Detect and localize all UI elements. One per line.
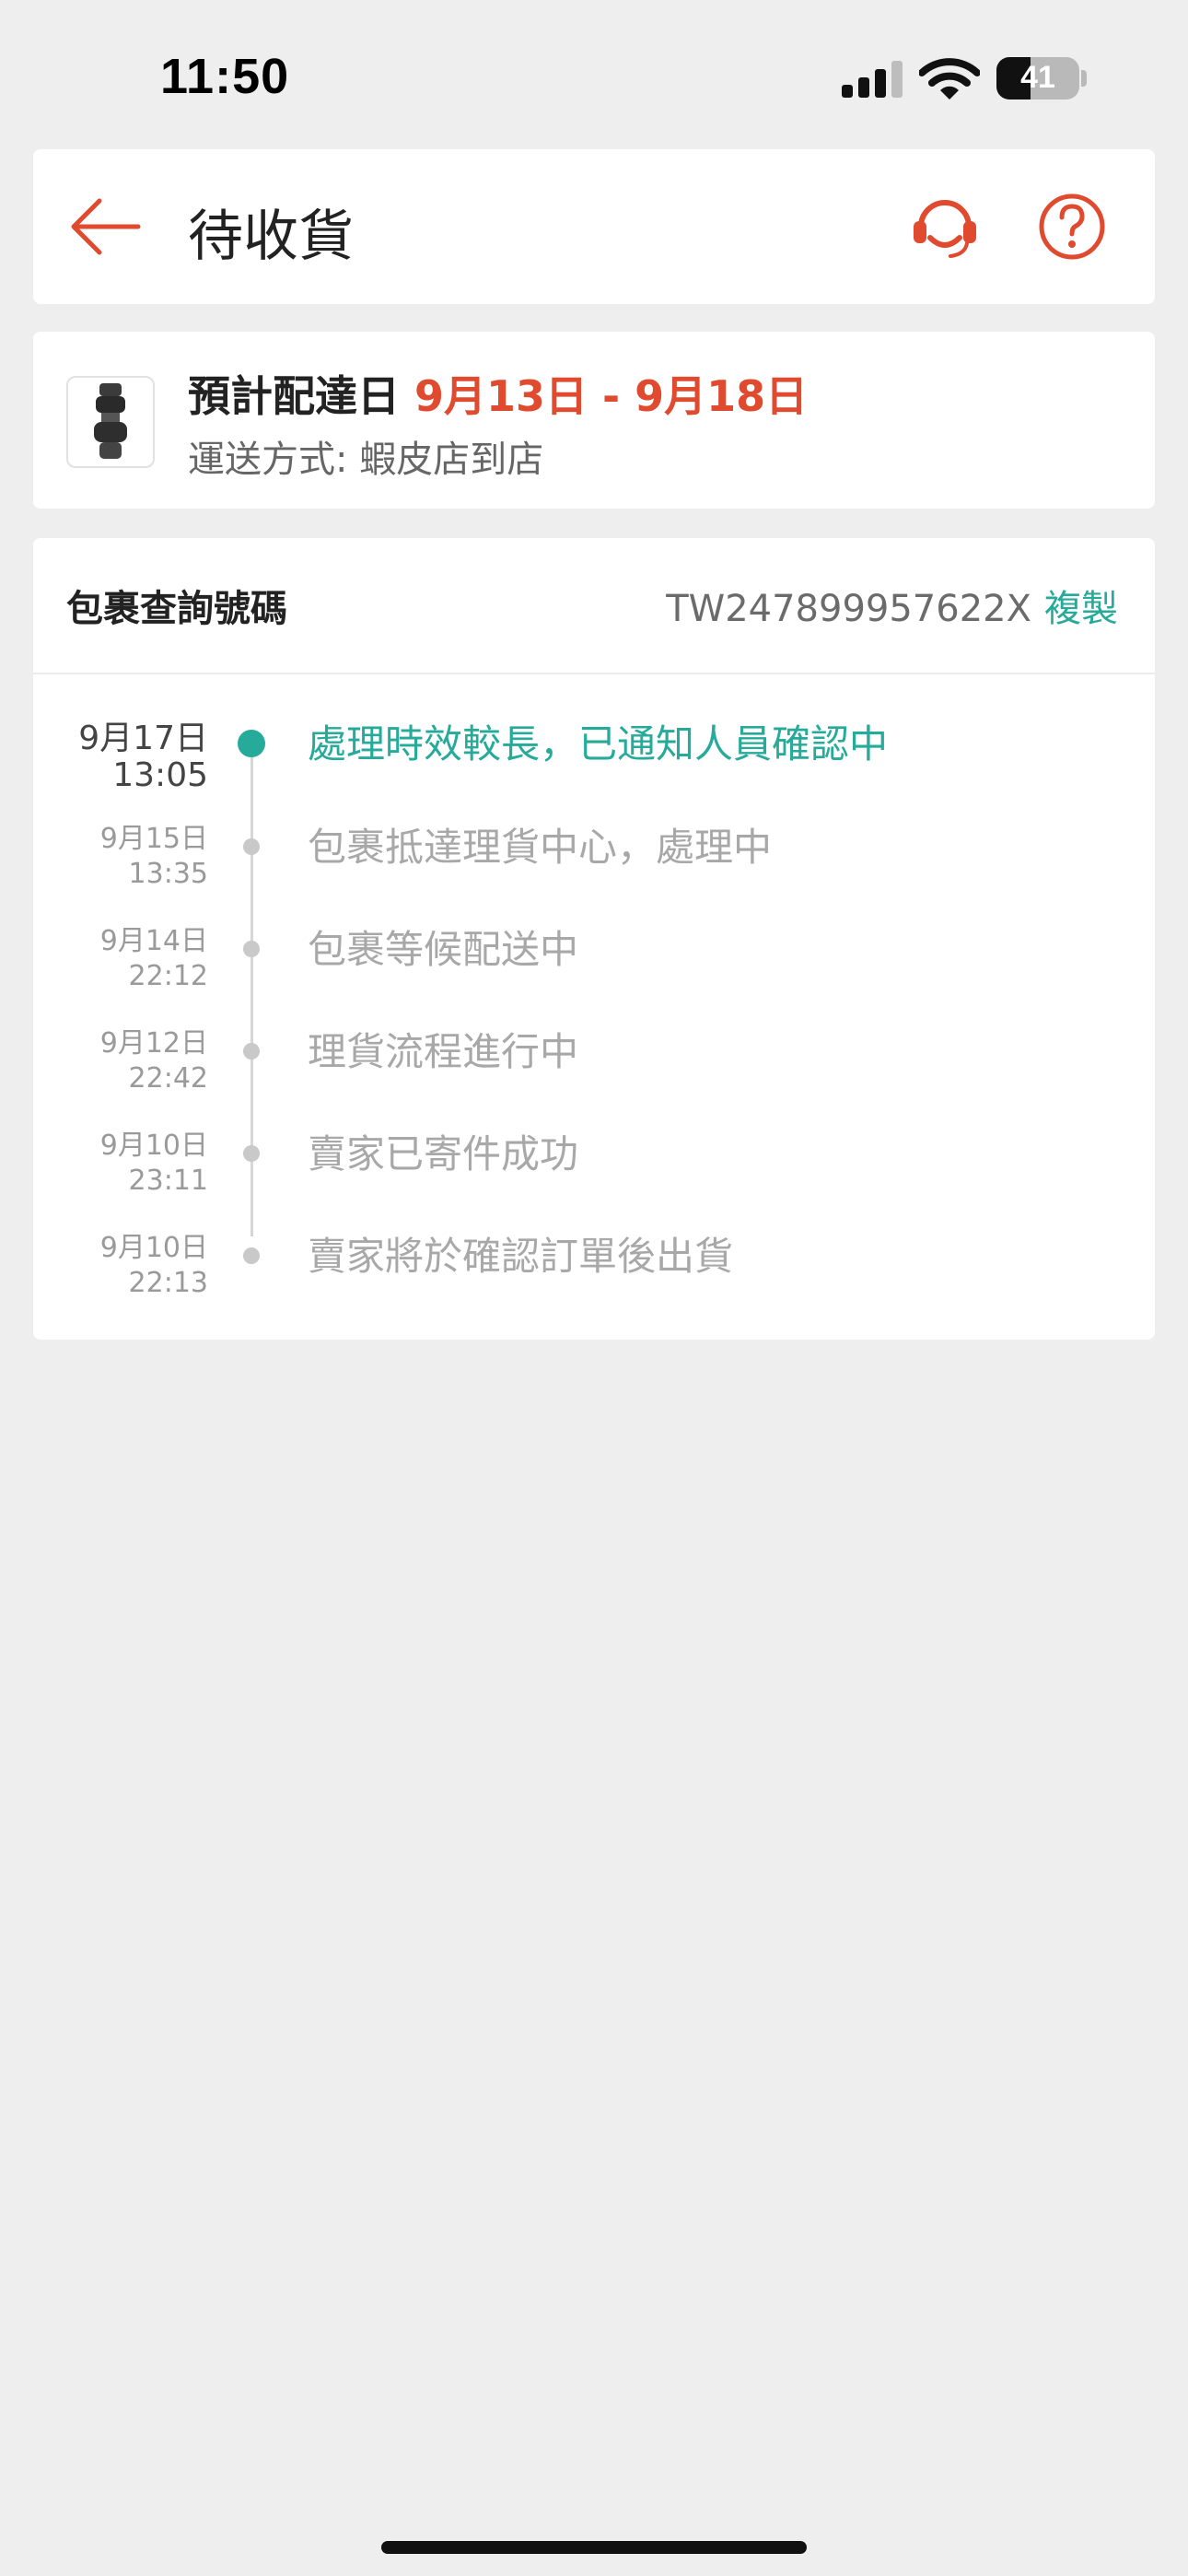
wifi-icon [919, 58, 980, 100]
shipping-method: 運送方式: 蝦皮店到店 [188, 439, 544, 481]
status-bar: 11:50 41 [0, 0, 1188, 147]
event-dot [243, 1043, 260, 1060]
eta-label: 預計配達日 [188, 371, 400, 421]
event-text: 賣家將於確認訂單後出貨 [308, 1234, 734, 1279]
timeline-event: 9月15日 13:35 包裹抵達理貨中心，處理中 [33, 822, 1155, 925]
home-indicator[interactable] [381, 2541, 807, 2554]
header-bar: 待收貨 [33, 149, 1155, 304]
event-date: 9月12日 [99, 1027, 208, 1060]
event-time: 13:35 [128, 858, 208, 890]
event-dot [243, 941, 260, 957]
event-time: 22:13 [128, 1267, 208, 1299]
timeline-event: 9月10日 23:11 賣家已寄件成功 [33, 1129, 1155, 1232]
eta-date-range: 9月13日 - 9月18日 [414, 371, 809, 421]
divider [33, 673, 1155, 674]
delivery-estimate-card: 預計配達日 9月13日 - 9月18日 運送方式: 蝦皮店到店 [33, 332, 1155, 509]
battery-icon: 41 [996, 57, 1079, 100]
event-time: 13:05 [112, 756, 208, 794]
event-time: 22:12 [128, 960, 208, 992]
event-time: 22:42 [128, 1062, 208, 1095]
battery-cap [1081, 70, 1087, 87]
event-date: 9月17日 [78, 720, 208, 757]
event-date: 9月10日 [99, 1130, 208, 1162]
help-icon[interactable] [1035, 190, 1109, 263]
event-dot [238, 730, 265, 757]
event-dot [243, 838, 260, 855]
event-date: 9月15日 [99, 823, 208, 855]
customer-service-icon[interactable] [908, 190, 982, 263]
timeline-event: 9月10日 22:13 賣家將於確認訂單後出貨 [33, 1231, 1155, 1334]
product-image [94, 383, 127, 459]
event-dot [243, 1145, 260, 1162]
event-date: 9月14日 [99, 925, 208, 957]
event-text: 包裹等候配送中 [308, 927, 579, 972]
tracking-label: 包裹查詢號碼 [66, 588, 287, 630]
back-arrow-icon[interactable] [66, 188, 144, 265]
tracking-number: TW247899957622X [666, 588, 1031, 630]
page-title: 待收貨 [188, 205, 354, 269]
status-time: 11:50 [160, 49, 290, 104]
eta-line: 預計配達日 9月13日 - 9月18日 [188, 363, 808, 424]
tracking-number-row: TW247899957622X 複製 [666, 579, 1118, 632]
timeline-event: 9月14日 22:12 包裹等候配送中 [33, 924, 1155, 1027]
copy-button[interactable]: 複製 [1044, 588, 1118, 630]
tracking-card: 包裹查詢號碼 TW247899957622X 複製 9月17日 13:05 處理時… [33, 538, 1155, 1340]
signal-icon [842, 61, 903, 98]
event-date: 9月10日 [99, 1232, 208, 1264]
product-thumbnail [66, 376, 155, 468]
event-text: 賣家已寄件成功 [308, 1131, 579, 1177]
event-dot [243, 1247, 260, 1264]
event-text: 理貨流程進行中 [308, 1029, 579, 1074]
event-text: 處理時效較長，已通知人員確認中 [308, 721, 889, 767]
event-time: 23:11 [128, 1165, 208, 1197]
event-text: 包裹抵達理貨中心，處理中 [308, 825, 773, 870]
battery-percent: 41 [1020, 60, 1055, 95]
timeline-event: 9月12日 22:42 理貨流程進行中 [33, 1026, 1155, 1130]
timeline-event: 9月17日 13:05 處理時效較長，已通知人員確認中 [33, 719, 1155, 822]
